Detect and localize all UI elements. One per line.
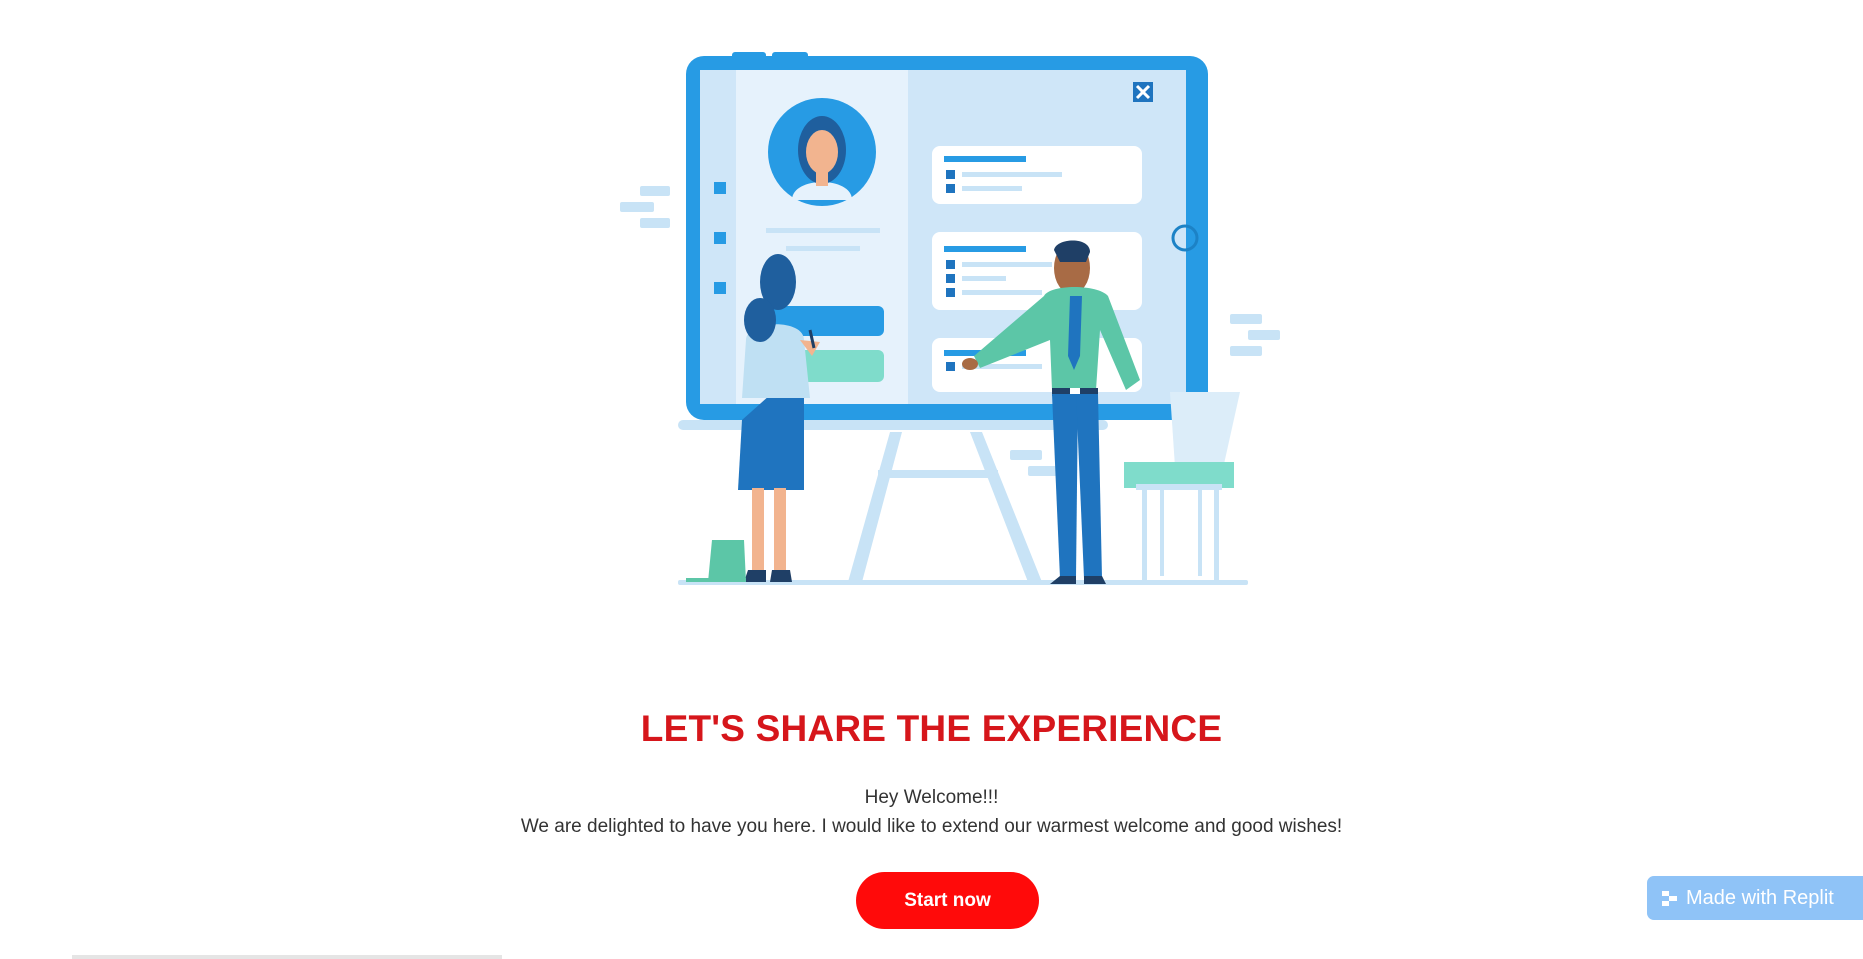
replit-icon bbox=[1661, 890, 1678, 907]
replit-badge-label: Made with Replit bbox=[1686, 886, 1834, 909]
bottom-scrollbar bbox=[72, 955, 502, 959]
page-headline: LET'S SHARE THE EXPERIENCE bbox=[640, 708, 1223, 749]
welcome-page: LET'S SHARE THE EXPERIENCE Hey Welcome!!… bbox=[0, 0, 1863, 959]
welcome-greeting: Hey Welcome!!! bbox=[864, 787, 999, 808]
presentation-illustration bbox=[400, 0, 1470, 705]
made-with-replit-badge[interactable]: Made with Replit bbox=[1647, 876, 1863, 920]
welcome-message: We are delighted to have you here. I wou… bbox=[520, 816, 1343, 837]
start-now-button[interactable]: Start now bbox=[856, 872, 1039, 929]
